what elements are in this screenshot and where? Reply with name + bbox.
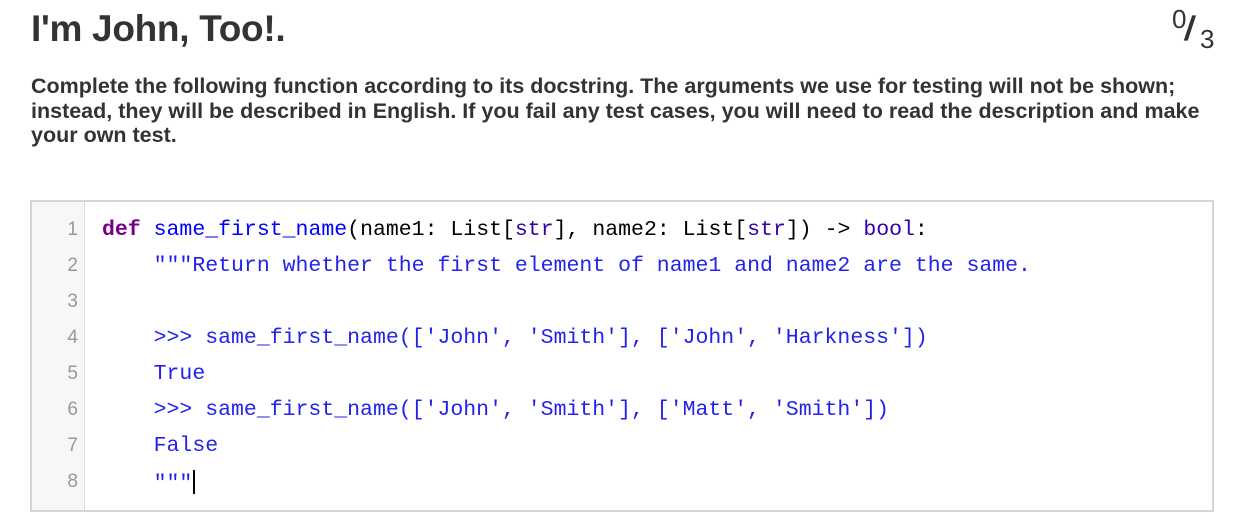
line-number-gutter: 1 2 3 4 5 6 7 8 <box>32 202 85 510</box>
score-total: 3 <box>1200 24 1215 54</box>
code-token: ], name2: List[ <box>553 218 748 242</box>
problem-title: I'm John, Too!. <box>31 8 286 49</box>
code-token: (name1: List[ <box>347 218 515 242</box>
line-number: 1 <box>67 219 78 240</box>
line-number: 4 <box>67 327 78 348</box>
code-line-1[interactable]: def same_first_name(name1: List[str], na… <box>102 218 928 242</box>
code-token: : <box>914 218 928 242</box>
code-line-8[interactable]: """ <box>102 470 196 496</box>
return-type: bool <box>863 218 915 242</box>
keyword-def: def <box>102 218 141 242</box>
line-number: 8 <box>67 471 78 492</box>
line-number: 7 <box>67 435 78 456</box>
problem-description: Complete the following function accordin… <box>31 74 1200 147</box>
docstring-close: """ <box>102 472 193 496</box>
builtin-type: str <box>747 218 786 242</box>
line-number: 3 <box>67 291 78 312</box>
code-line-6[interactable]: >>> same_first_name(['John', 'Smith'], [… <box>102 398 889 422</box>
line-number: 6 <box>67 399 78 420</box>
line-number: 2 <box>67 255 78 276</box>
function-name: same_first_name <box>153 218 348 242</box>
code-token: ]) -> <box>785 218 864 242</box>
code-line-5[interactable]: True <box>102 362 206 386</box>
line-number: 5 <box>67 363 78 384</box>
text-cursor <box>193 470 196 494</box>
code-line-4[interactable]: >>> same_first_name(['John', 'Smith'], [… <box>102 326 928 350</box>
builtin-type: str <box>514 218 554 242</box>
code-editor[interactable]: 1 2 3 4 5 6 7 8 def same_first_name(name… <box>30 200 1214 512</box>
code-line-7[interactable]: False <box>102 434 219 458</box>
score-indicator: 0 / 3 <box>1156 2 1216 62</box>
code-line-2[interactable]: """Return whether the first element of n… <box>102 254 1031 278</box>
